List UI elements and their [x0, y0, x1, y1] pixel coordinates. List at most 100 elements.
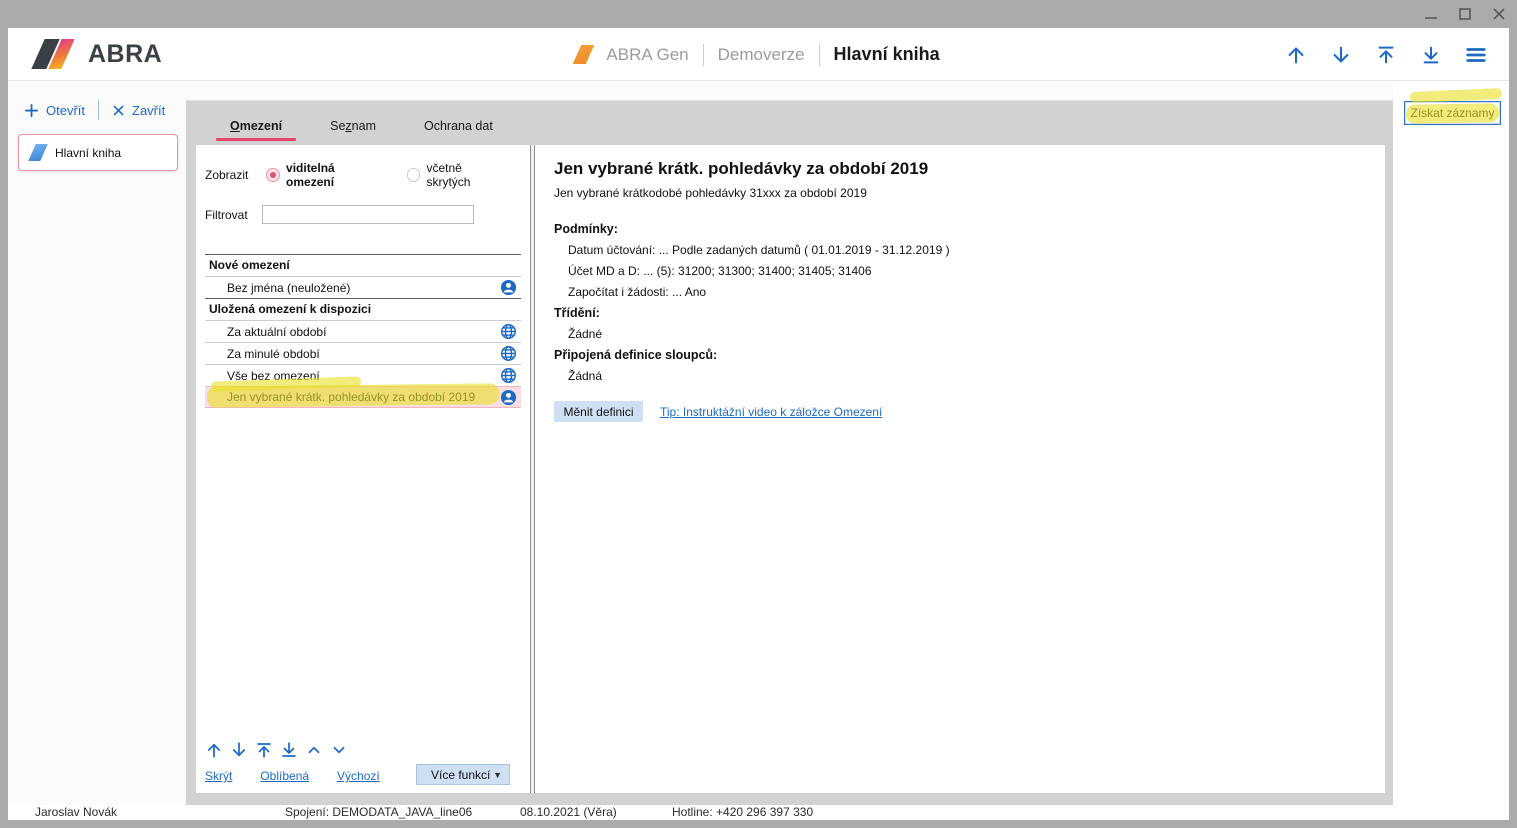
- breadcrumb-divider: [819, 44, 820, 66]
- list-item-label: Jen vybrané krátk. pohledávky za období …: [227, 390, 475, 404]
- move-up-icon[interactable]: [205, 741, 223, 759]
- app-header: ABRA ABRA Gen Demoverze Hlavní kniha: [8, 28, 1509, 81]
- breadcrumb-app-name: ABRA Gen: [606, 45, 688, 65]
- tutorial-video-link[interactable]: Tip: Instruktážní video k záložce Omezen…: [660, 405, 882, 419]
- reorder-toolbar: [205, 741, 522, 759]
- tabbar: Omezení Seznam Ochrana dat: [186, 101, 1393, 145]
- filter-row: Filtrovat: [205, 205, 530, 224]
- window-controls: [1423, 0, 1507, 28]
- tab-label-accel: O: [230, 119, 240, 133]
- favorite-link[interactable]: Oblíbená: [260, 769, 309, 783]
- list-footer: Skrýt Oblíbená Výchozí Více funkcí ▼: [205, 741, 522, 783]
- radio-visible-label: viditelná omezení: [286, 161, 385, 189]
- filter-label: Filtrovat: [205, 208, 262, 222]
- breadcrumb-divider: [703, 44, 704, 66]
- tab-label-part: Se: [330, 119, 345, 133]
- app-frame: ABRA ABRA Gen Demoverze Hlavní kniha: [8, 28, 1509, 820]
- minimize-icon[interactable]: [1423, 6, 1439, 22]
- list-item-current-period[interactable]: Za aktuální období: [205, 320, 521, 342]
- columns-heading: Připojená definice sloupců:: [554, 348, 1385, 362]
- tab-omezeni[interactable]: Omezení: [206, 119, 306, 145]
- arrow-to-top-icon[interactable]: [1375, 44, 1397, 66]
- edit-definition-button[interactable]: Měnit definici: [554, 401, 643, 422]
- close-icon[interactable]: [1491, 6, 1507, 22]
- conditions-heading: Podmínky:: [554, 222, 1385, 236]
- abra-gen-slash-icon: [573, 45, 594, 64]
- hide-link[interactable]: Skrýt: [205, 769, 232, 783]
- tab-label-part: nam: [352, 119, 376, 133]
- open-button-label: Otevřít: [46, 103, 85, 118]
- breadcrumb-environment: Demoverze: [718, 45, 805, 65]
- caret-down-icon: ▼: [493, 770, 502, 780]
- restriction-title: Jen vybrané krátk. pohledávky za období …: [554, 159, 1385, 179]
- restriction-details: Jen vybrané krátk. pohledávky za období …: [535, 145, 1385, 793]
- statusbar-date: 08.10.2021 (Věra): [520, 805, 617, 819]
- list-item-past-period[interactable]: Za minulé období: [205, 342, 521, 364]
- conditions-section: Podmínky: Datum účtování: ... Podle zada…: [554, 222, 1385, 299]
- radio-visible-restrictions[interactable]: viditelná omezení: [266, 161, 384, 189]
- radio-including-hidden[interactable]: včetně skrytých: [407, 161, 508, 189]
- hamburger-menu-icon[interactable]: [1465, 44, 1487, 66]
- list-section-header: Uložená omezení k dispozici: [205, 298, 521, 320]
- sidebar-item-hlavni-kniha[interactable]: Hlavní kniha: [18, 134, 178, 171]
- list-item-label: Vše bez omezení: [227, 369, 320, 383]
- list-item-label: Za minulé období: [227, 347, 320, 361]
- list-item-selected-2019[interactable]: Jen vybrané krátk. pohledávky za období …: [205, 386, 521, 408]
- more-functions-label: Více funkcí: [431, 768, 490, 782]
- close-tab-button[interactable]: Zavřít: [112, 103, 165, 118]
- condition-line: Účet MD a D: ... (5): 31200; 31300; 3140…: [554, 264, 1385, 278]
- move-to-bottom-icon[interactable]: [280, 741, 298, 759]
- list-item-unsaved[interactable]: Bez jména (neuložené): [205, 276, 521, 298]
- globe-icon: [500, 367, 517, 384]
- globe-icon: [500, 345, 517, 362]
- arrow-up-icon[interactable]: [1285, 44, 1307, 66]
- list-item-no-restriction[interactable]: Vše bez omezení: [205, 364, 521, 386]
- sorting-heading: Třídění:: [554, 306, 1385, 320]
- radio-hidden-label: včetně skrytých: [426, 161, 508, 189]
- default-link[interactable]: Výchozí: [337, 769, 380, 783]
- columns-value: Žádná: [554, 369, 1385, 383]
- radio-icon: [266, 168, 280, 182]
- user-icon: [500, 279, 517, 296]
- maximize-icon[interactable]: [1457, 6, 1473, 22]
- show-row: Zobrazit viditelná omezení včetně skrytý…: [205, 161, 530, 189]
- details-actions: Měnit definici Tip: Instruktážní video k…: [554, 401, 1385, 422]
- condition-line: Započítat i žádosti: ... Ano: [554, 285, 1385, 299]
- tab-seznam[interactable]: Seznam: [306, 119, 400, 145]
- agenda-slash-icon: [28, 144, 48, 161]
- sorting-section: Třídění: Žádné: [554, 306, 1385, 341]
- more-functions-dropdown[interactable]: Více funkcí ▼: [416, 764, 510, 785]
- arrow-down-icon[interactable]: [1330, 44, 1352, 66]
- move-to-top-icon[interactable]: [255, 741, 273, 759]
- list-section-header: Nové omezení: [205, 254, 521, 276]
- plus-icon: [24, 103, 39, 118]
- filter-input[interactable]: [262, 205, 474, 224]
- statusbar: Jaroslav Novák Spojení: DEMODATA_JAVA_li…: [8, 805, 1509, 820]
- show-label: Zobrazit: [205, 168, 266, 182]
- chevron-down-icon[interactable]: [330, 741, 348, 759]
- restriction-subtitle: Jen vybrané krátkodobé pohledávky 31xxx …: [554, 186, 1385, 200]
- statusbar-hotline: Hotline: +420 296 397 330: [672, 805, 813, 819]
- condition-line: Datum účtování: ... Podle zadaných datum…: [554, 243, 1385, 257]
- list-item-label: Bez jména (neuložené): [227, 281, 350, 295]
- sidebar-item-label: Hlavní kniha: [55, 146, 121, 160]
- x-icon: [112, 104, 125, 117]
- statusbar-connection: Spojení: DEMODATA_JAVA_line06: [285, 805, 472, 819]
- chevron-up-icon[interactable]: [305, 741, 323, 759]
- toolbar-divider: [98, 100, 99, 120]
- breadcrumb: ABRA Gen Demoverze Hlavní kniha: [8, 28, 1509, 81]
- right-strip: Získat záznamy: [1393, 82, 1509, 805]
- close-button-label: Zavřít: [132, 103, 165, 118]
- list-item-label: Za aktuální období: [227, 325, 326, 339]
- omezeni-panel: Zobrazit viditelná omezení včetně skrytý…: [196, 145, 1385, 793]
- arrow-to-bottom-icon[interactable]: [1420, 44, 1442, 66]
- get-records-button[interactable]: Získat záznamy: [1404, 101, 1501, 125]
- move-down-icon[interactable]: [230, 741, 248, 759]
- open-button[interactable]: Otevřít: [24, 103, 85, 118]
- radio-icon: [407, 168, 421, 182]
- page-title: Hlavní kniha: [834, 44, 940, 65]
- main-panel: Omezení Seznam Ochrana dat Zobrazit: [186, 100, 1393, 805]
- tab-ochrana-dat[interactable]: Ochrana dat: [400, 119, 517, 145]
- sidebar: Otevřít Zavřít Hlavní kniha: [8, 82, 186, 805]
- globe-icon: [500, 323, 517, 340]
